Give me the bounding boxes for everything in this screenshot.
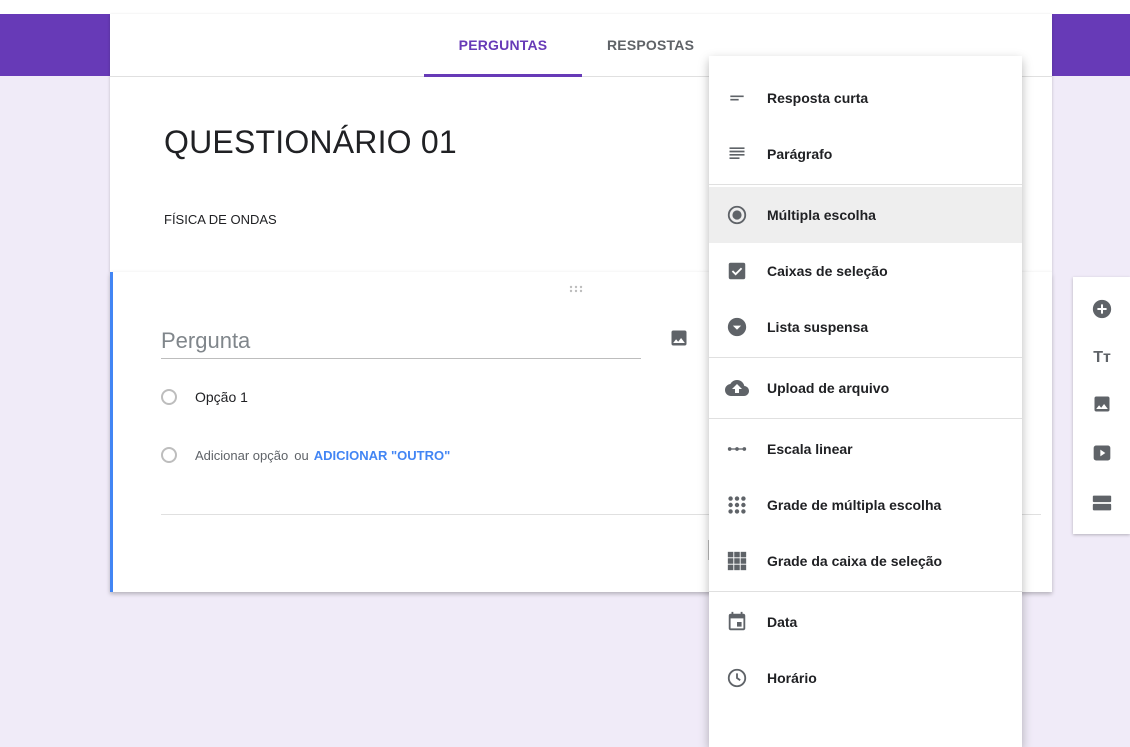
menu-item-label: Grade de múltipla escolha [767,497,942,513]
add-question-icon[interactable] [1089,296,1115,322]
menu-item-multiple-choice-grid[interactable]: Grade de múltipla escolha [709,477,1022,533]
option-row[interactable]: Opção 1 [161,386,248,408]
menu-item-multiple-choice[interactable]: Múltipla escolha [709,187,1022,243]
tab-perguntas[interactable]: PERGUNTAS [424,14,582,77]
form-title[interactable]: QUESTIONÁRIO 01 [164,124,457,161]
checkbox-icon [725,259,749,283]
menu-item-label: Data [767,614,798,630]
form-description[interactable]: FÍSICA DE ONDAS [164,212,277,227]
add-other-link[interactable]: ADICIONAR "OUTRO" [314,448,451,463]
dropdown-icon [725,315,749,339]
tab-respostas[interactable]: RESPOSTAS [607,14,717,74]
menu-item-short-answer[interactable]: Resposta curta [709,70,1022,126]
menu-divider [709,418,1022,419]
drag-handle-icon[interactable] [569,282,583,296]
menu-item-label: Escala linear [767,441,853,457]
short-answer-icon [725,86,749,110]
radio-icon [161,389,177,405]
page-top-strip [0,0,1130,14]
side-toolbar: Tт [1073,277,1130,534]
menu-item-label: Caixas de seleção [767,263,888,279]
clock-icon [725,666,749,690]
menu-item-label: Upload de arquivo [767,380,890,396]
menu-divider [709,357,1022,358]
option-label[interactable]: Opção 1 [195,389,248,405]
menu-item-dropdown[interactable]: Lista suspensa [709,299,1022,355]
add-image-icon[interactable] [1089,391,1115,417]
add-option-link[interactable]: Adicionar opção [195,448,288,463]
menu-item-checkboxes[interactable]: Caixas de seleção [709,243,1022,299]
linear-scale-icon [725,437,749,461]
paragraph-icon [725,142,749,166]
menu-item-time[interactable]: Horário [709,650,1022,706]
grid-dots-icon [725,493,749,517]
add-title-icon[interactable]: Tт [1089,345,1115,371]
cloud-upload-icon [725,376,749,400]
menu-item-label: Grade da caixa de seleção [767,553,943,569]
radio-icon [161,447,177,463]
add-option-row: Adicionar opção ou ADICIONAR "OUTRO" [161,444,450,466]
add-section-icon[interactable] [1089,490,1115,516]
menu-item-label: Parágrafo [767,146,833,162]
calendar-icon [725,610,749,634]
or-text: ou [294,447,309,463]
menu-item-label: Lista suspensa [767,319,869,335]
menu-divider [709,184,1022,185]
menu-item-date[interactable]: Data [709,594,1022,650]
question-input[interactable] [161,324,641,359]
menu-item-file-upload[interactable]: Upload de arquivo [709,360,1022,416]
menu-item-label: Horário [767,670,817,686]
menu-item-linear-scale[interactable]: Escala linear [709,421,1022,477]
add-image-icon[interactable] [669,328,689,348]
menu-item-paragraph[interactable]: Parágrafo [709,126,1022,182]
menu-item-label: Múltipla escolha [767,207,876,223]
menu-divider [709,591,1022,592]
radio-button-icon [725,203,749,227]
menu-item-label: Resposta curta [767,90,869,106]
title-icon-text: Tт [1093,349,1111,366]
question-type-menu: Resposta curta Parágrafo Múltipla escolh… [709,56,1022,747]
menu-item-checkbox-grid[interactable]: Grade da caixa de seleção [709,533,1022,589]
grid-squares-icon [725,549,749,573]
add-video-icon[interactable] [1089,440,1115,466]
